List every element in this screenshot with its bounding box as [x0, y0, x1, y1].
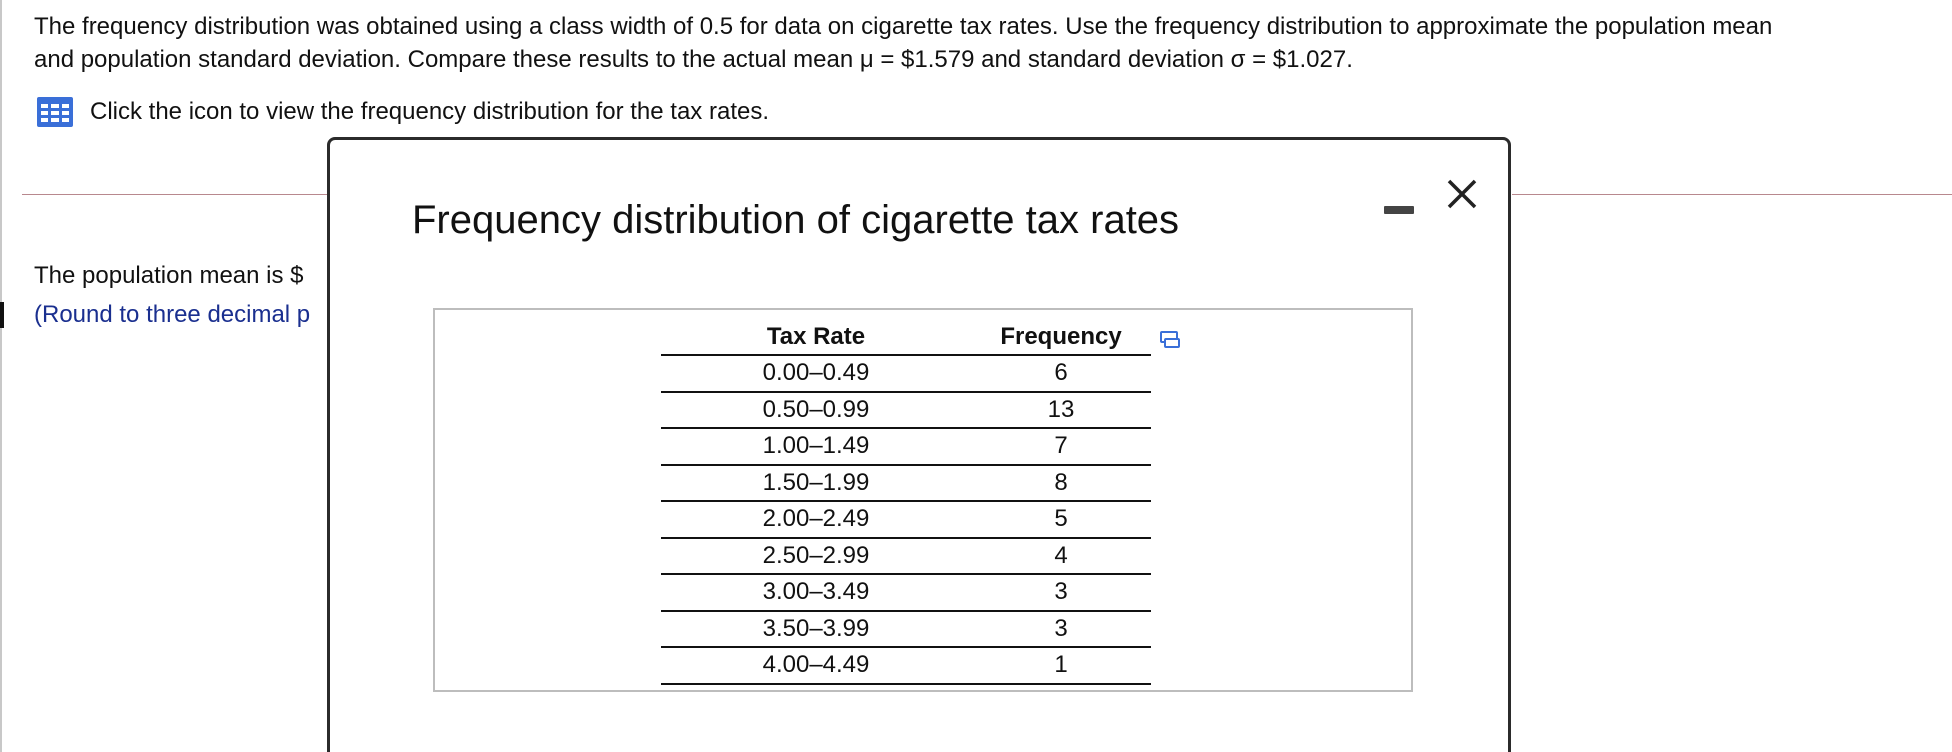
header-frequency: Frequency: [971, 320, 1151, 356]
table-header-row: Tax Rate Frequency: [661, 320, 1151, 356]
frequency-cell: 4: [971, 537, 1151, 575]
answer-marker: [0, 302, 4, 328]
tax-rate-cell: 0.50–0.99: [661, 391, 971, 429]
tax-rate-cell: 0.00–0.49: [661, 355, 971, 393]
table-row: 0.00–0.49 6: [661, 355, 1151, 393]
frequency-cell: 7: [971, 428, 1151, 466]
frequency-cell: 13: [971, 391, 1151, 429]
question-line-1: The frequency distribution was obtained …: [34, 13, 1773, 40]
answer-section: The population mean is $ (Round to three…: [34, 256, 310, 334]
left-edge-border: [0, 0, 2, 752]
view-frequency-distribution-row: Click the icon to view the frequency dis…: [36, 96, 769, 128]
table-row: 0.50–0.99 13: [661, 391, 1151, 429]
tax-rate-cell: 2.50–2.99: [661, 537, 971, 575]
dialog-title: Frequency distribution of cigarette tax …: [412, 198, 1180, 242]
table-row: 2.50–2.99 4: [661, 537, 1151, 575]
table-row: 3.50–3.99 3: [661, 610, 1151, 648]
frequency-cell: 8: [971, 464, 1151, 502]
question-text: The frequency distribution was obtained …: [34, 10, 1934, 76]
section-divider-left: [22, 194, 332, 195]
table-container: Tax Rate Frequency 0.00–0.49 6 0.50–0.99…: [433, 308, 1413, 692]
question-line-2: and population standard deviation. Compa…: [34, 46, 1353, 73]
frequency-cell: 6: [971, 355, 1151, 393]
frequency-cell: 1: [971, 647, 1151, 685]
rounding-hint: (Round to three decimal p: [34, 301, 311, 328]
table-row: 1.00–1.49 7: [661, 428, 1151, 466]
frequency-cell: 5: [971, 501, 1151, 539]
population-mean-prompt: The population mean is $: [34, 262, 304, 289]
icon-prompt-text: Click the icon to view the frequency dis…: [90, 98, 769, 125]
frequency-cell: 3: [971, 610, 1151, 648]
tax-rate-cell: 3.50–3.99: [661, 610, 971, 648]
tax-rate-cell: 3.00–3.49: [661, 574, 971, 612]
tax-rate-cell: 2.00–2.49: [661, 501, 971, 539]
table-row: 3.00–3.49 3: [661, 574, 1151, 612]
frequency-distribution-dialog: Frequency distribution of cigarette tax …: [327, 137, 1511, 752]
tax-rate-cell: 1.50–1.99: [661, 464, 971, 502]
minimize-button[interactable]: [1384, 190, 1414, 216]
tax-rate-cell: 4.00–4.49: [661, 647, 971, 685]
table-row: 1.50–1.99 8: [661, 464, 1151, 502]
close-button[interactable]: [1444, 176, 1480, 212]
table-grid-icon[interactable]: [36, 96, 74, 128]
section-divider-right: [1512, 194, 1952, 195]
frequency-cell: 3: [971, 574, 1151, 612]
close-icon: [1447, 179, 1477, 209]
table-row: 4.00–4.49 1: [661, 647, 1151, 685]
page: The frequency distribution was obtained …: [0, 0, 1952, 752]
tax-rate-cell: 1.00–1.49: [661, 428, 971, 466]
header-tax-rate: Tax Rate: [661, 320, 971, 356]
frequency-table: Tax Rate Frequency 0.00–0.49 6 0.50–0.99…: [661, 320, 1151, 685]
copy-icon[interactable]: [1159, 330, 1181, 350]
table-row: 2.00–2.49 5: [661, 501, 1151, 539]
minimize-icon: [1384, 206, 1414, 214]
